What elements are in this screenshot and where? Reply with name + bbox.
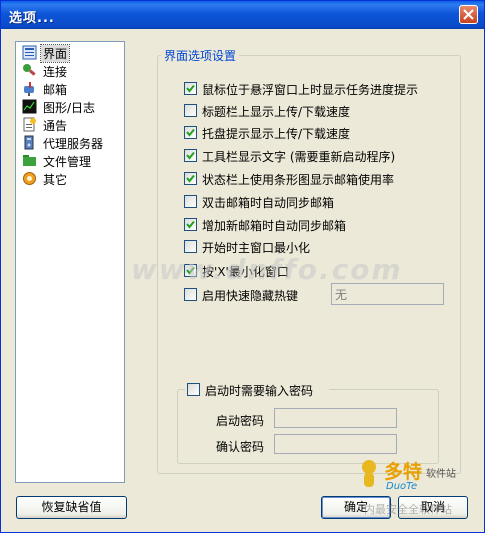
option-label: 托盘提示显示上传/下载速度 (202, 127, 351, 141)
nav-item-label: 界面 (39, 44, 71, 63)
folder-icon (23, 155, 36, 166)
checkbox[interactable] (184, 195, 197, 208)
check-icon (186, 174, 195, 183)
mailbox-icon (24, 82, 34, 96)
nav-item-other[interactable]: 其它 (20, 170, 120, 188)
nav-item-proxy[interactable]: 代理服务器 (20, 134, 120, 152)
hotkey-value: 无 (335, 288, 348, 302)
check-icon (186, 220, 195, 229)
proxy-icon (24, 135, 34, 150)
checkbox[interactable] (184, 149, 197, 162)
close-button[interactable] (459, 5, 478, 24)
option-label: 标题栏上显示上传/下载速度 (202, 105, 351, 119)
option-label: 鼠标位于悬浮窗口上时显示任务进度提示 (202, 83, 419, 97)
checkbox[interactable] (184, 240, 197, 253)
checkbox[interactable] (184, 218, 197, 231)
confirm-password-input[interactable] (274, 434, 397, 454)
option-label: 启动时需要输入密码 (205, 384, 314, 398)
plug-icon (23, 64, 36, 76)
category-list[interactable]: 界面 连接 邮箱 图形/日志 通告 代理服务器 文件管理 其它 (15, 41, 125, 483)
nav-item-notice[interactable]: 通告 (20, 116, 120, 134)
nav-item-connection[interactable]: 连接 (20, 62, 120, 80)
nav-item-file-manager[interactable]: 文件管理 (20, 152, 120, 170)
check-icon (186, 151, 195, 160)
nav-item-label: 连接 (43, 65, 68, 79)
checkbox[interactable] (184, 126, 197, 139)
nav-item-label: 图形/日志 (43, 101, 96, 115)
interface-group-title: 界面选项设置 (161, 47, 240, 64)
title-bar[interactable]: 选项... (1, 1, 484, 29)
nav-item-label: 文件管理 (43, 155, 92, 169)
checkbox[interactable] (184, 172, 197, 185)
chart-icon (22, 99, 37, 114)
gear-icon (23, 172, 36, 185)
nav-item-label: 其它 (43, 173, 68, 187)
logo-subtext: 软件站 (426, 469, 456, 480)
close-icon (463, 9, 474, 20)
option-label: 状态栏上使用条形图显示邮箱使用率 (202, 173, 395, 187)
option-label: 工具栏显示文字 (需要重新启动程序) (202, 150, 396, 164)
logo-english: DuoTe (386, 481, 418, 492)
nav-item-label: 通告 (43, 119, 68, 133)
startup-password-input[interactable] (274, 408, 397, 428)
checkbox[interactable] (184, 82, 197, 95)
nav-item-label: 代理服务器 (43, 137, 104, 151)
nav-item-interface[interactable]: 界面 (20, 44, 120, 63)
checkbox[interactable] (184, 288, 197, 301)
option-label: 双击邮箱时自动同步邮箱 (202, 196, 335, 210)
check-icon (186, 84, 195, 93)
check-icon (186, 128, 195, 137)
startup-password-label: 启动密码 (216, 414, 265, 428)
window-title: 选项... (9, 11, 55, 26)
option-label: 启用快速隐藏热键 (202, 289, 299, 303)
interface-icon (22, 45, 37, 60)
notice-icon (23, 117, 36, 132)
checkbox[interactable] (187, 383, 200, 396)
restore-defaults-button[interactable]: 恢复缺省值 (16, 496, 127, 519)
nav-item-label: 邮箱 (43, 83, 68, 97)
checkbox[interactable] (184, 104, 197, 117)
option-label: 增加新邮箱时自动同步邮箱 (202, 219, 347, 233)
nav-item-chart-log[interactable]: 图形/日志 (20, 98, 120, 116)
nav-item-mailbox[interactable]: 邮箱 (20, 80, 120, 98)
watermark-text: www.dnffo.com (131, 253, 403, 286)
watermark-footer: 内最安全全软件站 (364, 503, 452, 516)
options-dialog: 选项... 界面 连接 邮箱 图形/日志 通告 代理服务器 文件管理 其它 界面… (0, 0, 485, 533)
hotkey-field[interactable]: 无 (331, 283, 444, 305)
option-require-password[interactable]: 启动时需要输入密码 (185, 382, 329, 398)
logo-text: 多特 (384, 461, 423, 483)
confirm-password-label: 确认密码 (216, 440, 265, 454)
logo-figure-icon (362, 460, 376, 487)
